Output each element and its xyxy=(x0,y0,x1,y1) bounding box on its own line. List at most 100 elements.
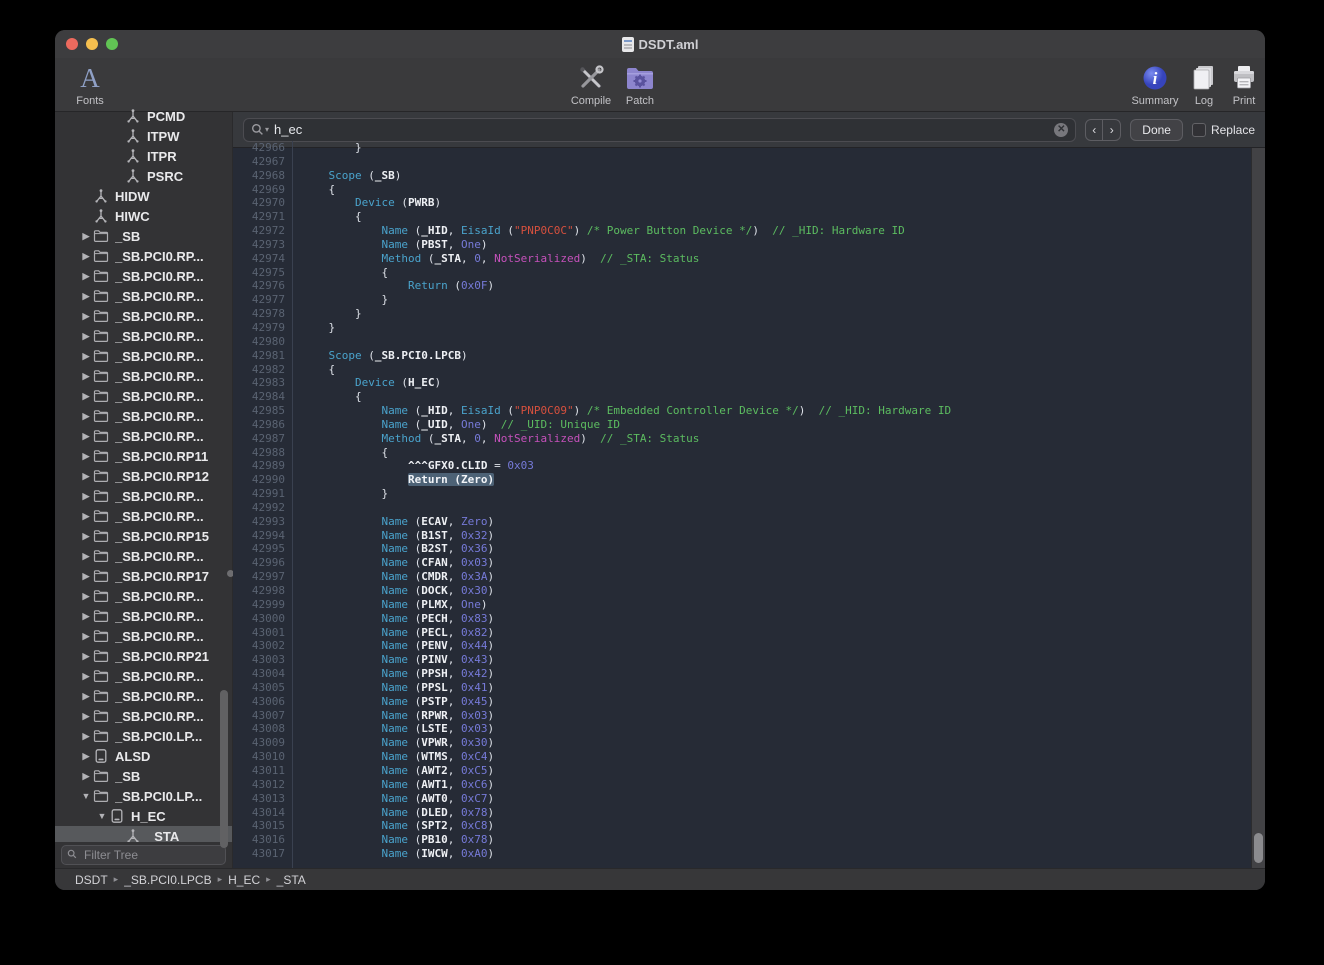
sidebar-item--sb[interactable]: ▶_SB xyxy=(55,766,232,786)
print-button[interactable]: Print xyxy=(1212,61,1265,107)
previous-match-button[interactable]: ‹ xyxy=(1086,120,1103,140)
editor-scrollbar-track[interactable] xyxy=(1251,148,1265,868)
search-input[interactable] xyxy=(274,122,1049,137)
code-token: { xyxy=(302,266,388,279)
disclosure-triangle-icon[interactable]: ▶ xyxy=(79,611,93,622)
sidebar-item--sb-pci0-rp-[interactable]: ▶_SB.PCI0.RP... xyxy=(55,266,232,286)
next-match-button[interactable]: › xyxy=(1103,120,1120,140)
disclosure-triangle-icon[interactable]: ▶ xyxy=(79,471,93,482)
breadcrumb-item--sb-pci0-lpcb[interactable]: _SB.PCI0.LPCB xyxy=(124,873,211,887)
sidebar-item--sb-pci0-rp-[interactable]: ▶_SB.PCI0.RP... xyxy=(55,546,232,566)
breadcrumb-item-dsdt[interactable]: DSDT xyxy=(75,873,108,887)
sidebar-item-itpr[interactable]: ITPR xyxy=(55,146,232,166)
disclosure-triangle-icon[interactable]: ▶ xyxy=(79,431,93,442)
sidebar-item--sb-pci0-rp21[interactable]: ▶_SB.PCI0.RP21 xyxy=(55,646,232,666)
search-field[interactable]: ▾ ✕ xyxy=(243,118,1076,142)
disclosure-triangle-icon[interactable]: ▶ xyxy=(79,771,93,782)
disclosure-triangle-icon[interactable]: ▶ xyxy=(79,751,93,762)
disclosure-triangle-icon[interactable]: ▶ xyxy=(79,411,93,422)
sidebar-item-hidw[interactable]: HIDW xyxy=(55,186,232,206)
disclosure-triangle-icon[interactable]: ▶ xyxy=(79,251,93,262)
breadcrumb-item-h-ec[interactable]: H_EC xyxy=(228,873,260,887)
sidebar-item--sb-pci0-rp-[interactable]: ▶_SB.PCI0.RP... xyxy=(55,386,232,406)
sidebar-item-h-ec[interactable]: ▼H_EC xyxy=(55,806,232,826)
breadcrumb-item--sta[interactable]: _STA xyxy=(277,873,306,887)
sidebar-item--sb-pci0-rp-[interactable]: ▶_SB.PCI0.RP... xyxy=(55,366,232,386)
code-token: ) xyxy=(580,432,600,445)
sidebar-item--sb-pci0-rp-[interactable]: ▶_SB.PCI0.RP... xyxy=(55,506,232,526)
disclosure-triangle-icon[interactable]: ▶ xyxy=(79,491,93,502)
disclosure-triangle-icon[interactable]: ▼ xyxy=(79,791,93,801)
disclosure-triangle-icon[interactable]: ▶ xyxy=(79,591,93,602)
disclosure-triangle-icon[interactable]: ▶ xyxy=(79,671,93,682)
code-token: /* Power Button Device */ xyxy=(587,224,753,237)
replace-checkbox[interactable] xyxy=(1192,123,1206,137)
disclosure-triangle-icon[interactable]: ▶ xyxy=(79,351,93,362)
disclosure-triangle-icon[interactable]: ▶ xyxy=(79,511,93,522)
disclosure-triangle-icon[interactable]: ▶ xyxy=(79,291,93,302)
disclosure-triangle-icon[interactable]: ▶ xyxy=(79,731,93,742)
code-token: ) xyxy=(487,709,494,722)
search-scope-chevron-icon[interactable]: ▾ xyxy=(265,125,269,134)
source-code[interactable]: } Scope (_SB) { Device (PWRB) { Name (_H… xyxy=(293,141,1251,868)
disclosure-triangle-icon[interactable]: ▶ xyxy=(79,691,93,702)
document-icon xyxy=(622,37,634,52)
sidebar-item--sb-pci0-rp11[interactable]: ▶_SB.PCI0.RP11 xyxy=(55,446,232,466)
disclosure-triangle-icon[interactable]: ▶ xyxy=(79,711,93,722)
sidebar-item--sb-pci0-rp-[interactable]: ▶_SB.PCI0.RP... xyxy=(55,346,232,366)
sidebar-item--sb-pci0-rp17[interactable]: ▶_SB.PCI0.RP17 xyxy=(55,566,232,586)
disclosure-triangle-icon[interactable]: ▶ xyxy=(79,231,93,242)
disclosure-triangle-icon[interactable]: ▶ xyxy=(79,571,93,582)
filter-tree-input[interactable] xyxy=(61,845,226,865)
code-token xyxy=(302,279,408,292)
sidebar-item-psrc[interactable]: PSRC xyxy=(55,166,232,186)
sidebar-item-alsd[interactable]: ▶ALSD xyxy=(55,746,232,766)
sidebar-item--sb-pci0-rp-[interactable]: ▶_SB.PCI0.RP... xyxy=(55,686,232,706)
code-view[interactable]: 42966 42967 42968 42969 42970 42971 4297… xyxy=(233,148,1265,868)
disclosure-triangle-icon[interactable]: ▶ xyxy=(79,651,93,662)
sidebar-item--sb-pci0-lp-[interactable]: ▶_SB.PCI0.LP... xyxy=(55,726,232,746)
disclosure-triangle-icon[interactable]: ▼ xyxy=(95,811,109,821)
sidebar-item--sb-pci0-rp-[interactable]: ▶_SB.PCI0.RP... xyxy=(55,486,232,506)
sidebar-item--sta[interactable]: _STA xyxy=(55,826,232,842)
editor-scrollbar-thumb[interactable] xyxy=(1254,833,1263,863)
disclosure-triangle-icon[interactable]: ▶ xyxy=(79,451,93,462)
disclosure-triangle-icon[interactable]: ▶ xyxy=(79,551,93,562)
code-token xyxy=(302,418,381,431)
sidebar-item--sb-pci0-rp-[interactable]: ▶_SB.PCI0.RP... xyxy=(55,286,232,306)
sidebar-item--sb-pci0-rp-[interactable]: ▶_SB.PCI0.RP... xyxy=(55,626,232,646)
sidebar-item--sb-pci0-rp12[interactable]: ▶_SB.PCI0.RP12 xyxy=(55,466,232,486)
sidebar-item-label: _SB.PCI0.RP... xyxy=(115,709,204,724)
disclosure-triangle-icon[interactable]: ▶ xyxy=(79,631,93,642)
disclosure-triangle-icon[interactable]: ▶ xyxy=(79,531,93,542)
sidebar-item-itpw[interactable]: ITPW xyxy=(55,126,232,146)
sidebar-item--sb-pci0-rp15[interactable]: ▶_SB.PCI0.RP15 xyxy=(55,526,232,546)
patch-button[interactable]: Patch xyxy=(608,61,672,107)
sidebar-scrollbar-thumb[interactable] xyxy=(220,690,228,848)
code-token: 0x45 xyxy=(461,695,488,708)
sidebar-item--sb-pci0-rp-[interactable]: ▶_SB.PCI0.RP... xyxy=(55,306,232,326)
done-button[interactable]: Done xyxy=(1130,119,1183,141)
sidebar-item--sb-pci0-rp-[interactable]: ▶_SB.PCI0.RP... xyxy=(55,406,232,426)
disclosure-triangle-icon[interactable]: ▶ xyxy=(79,271,93,282)
disclosure-triangle-icon[interactable]: ▶ xyxy=(79,371,93,382)
sidebar-item--sb-pci0-rp-[interactable]: ▶_SB.PCI0.RP... xyxy=(55,666,232,686)
code-token: , xyxy=(461,252,474,265)
replace-toggle[interactable]: Replace xyxy=(1192,123,1255,137)
disclosure-triangle-icon[interactable]: ▶ xyxy=(79,331,93,342)
sidebar-item--sb-pci0-rp-[interactable]: ▶_SB.PCI0.RP... xyxy=(55,586,232,606)
sidebar-item--sb-pci0-rp-[interactable]: ▶ _SB.PCI0.RP... xyxy=(55,706,232,726)
sidebar-item--sb-pci0-rp-[interactable]: ▶_SB.PCI0.RP... xyxy=(55,606,232,626)
disclosure-triangle-icon[interactable]: ▶ xyxy=(79,311,93,322)
sidebar-item-pcmd[interactable]: PCMD xyxy=(55,106,232,126)
sidebar-item--sb-pci0-lp-[interactable]: ▼_SB.PCI0.LP... xyxy=(55,786,232,806)
sidebar-item-hiwc[interactable]: HIWC xyxy=(55,206,232,226)
sidebar-item--sb-pci0-rp-[interactable]: ▶_SB.PCI0.RP... xyxy=(55,426,232,446)
disclosure-triangle-icon[interactable]: ▶ xyxy=(79,391,93,402)
clear-search-icon[interactable]: ✕ xyxy=(1054,123,1068,137)
code-token: , xyxy=(448,556,461,569)
sidebar-item--sb[interactable]: ▶_SB xyxy=(55,226,232,246)
sidebar-item--sb-pci0-rp-[interactable]: ▶_SB.PCI0.RP... xyxy=(55,326,232,346)
fonts-button[interactable]: A Fonts xyxy=(58,61,122,107)
sidebar-item--sb-pci0-rp-[interactable]: ▶_SB.PCI0.RP... xyxy=(55,246,232,266)
